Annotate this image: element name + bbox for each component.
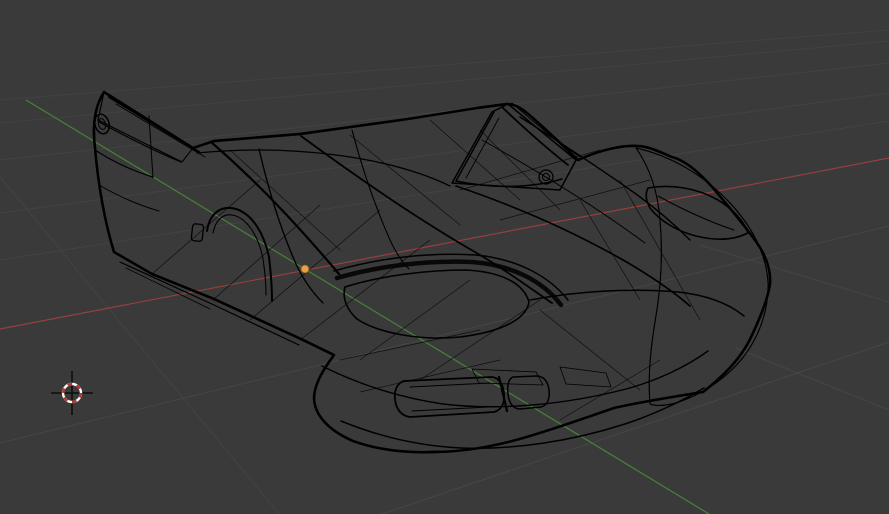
blender-3d-viewport[interactable]: [0, 0, 889, 514]
object-origin-point[interactable]: [300, 264, 310, 274]
